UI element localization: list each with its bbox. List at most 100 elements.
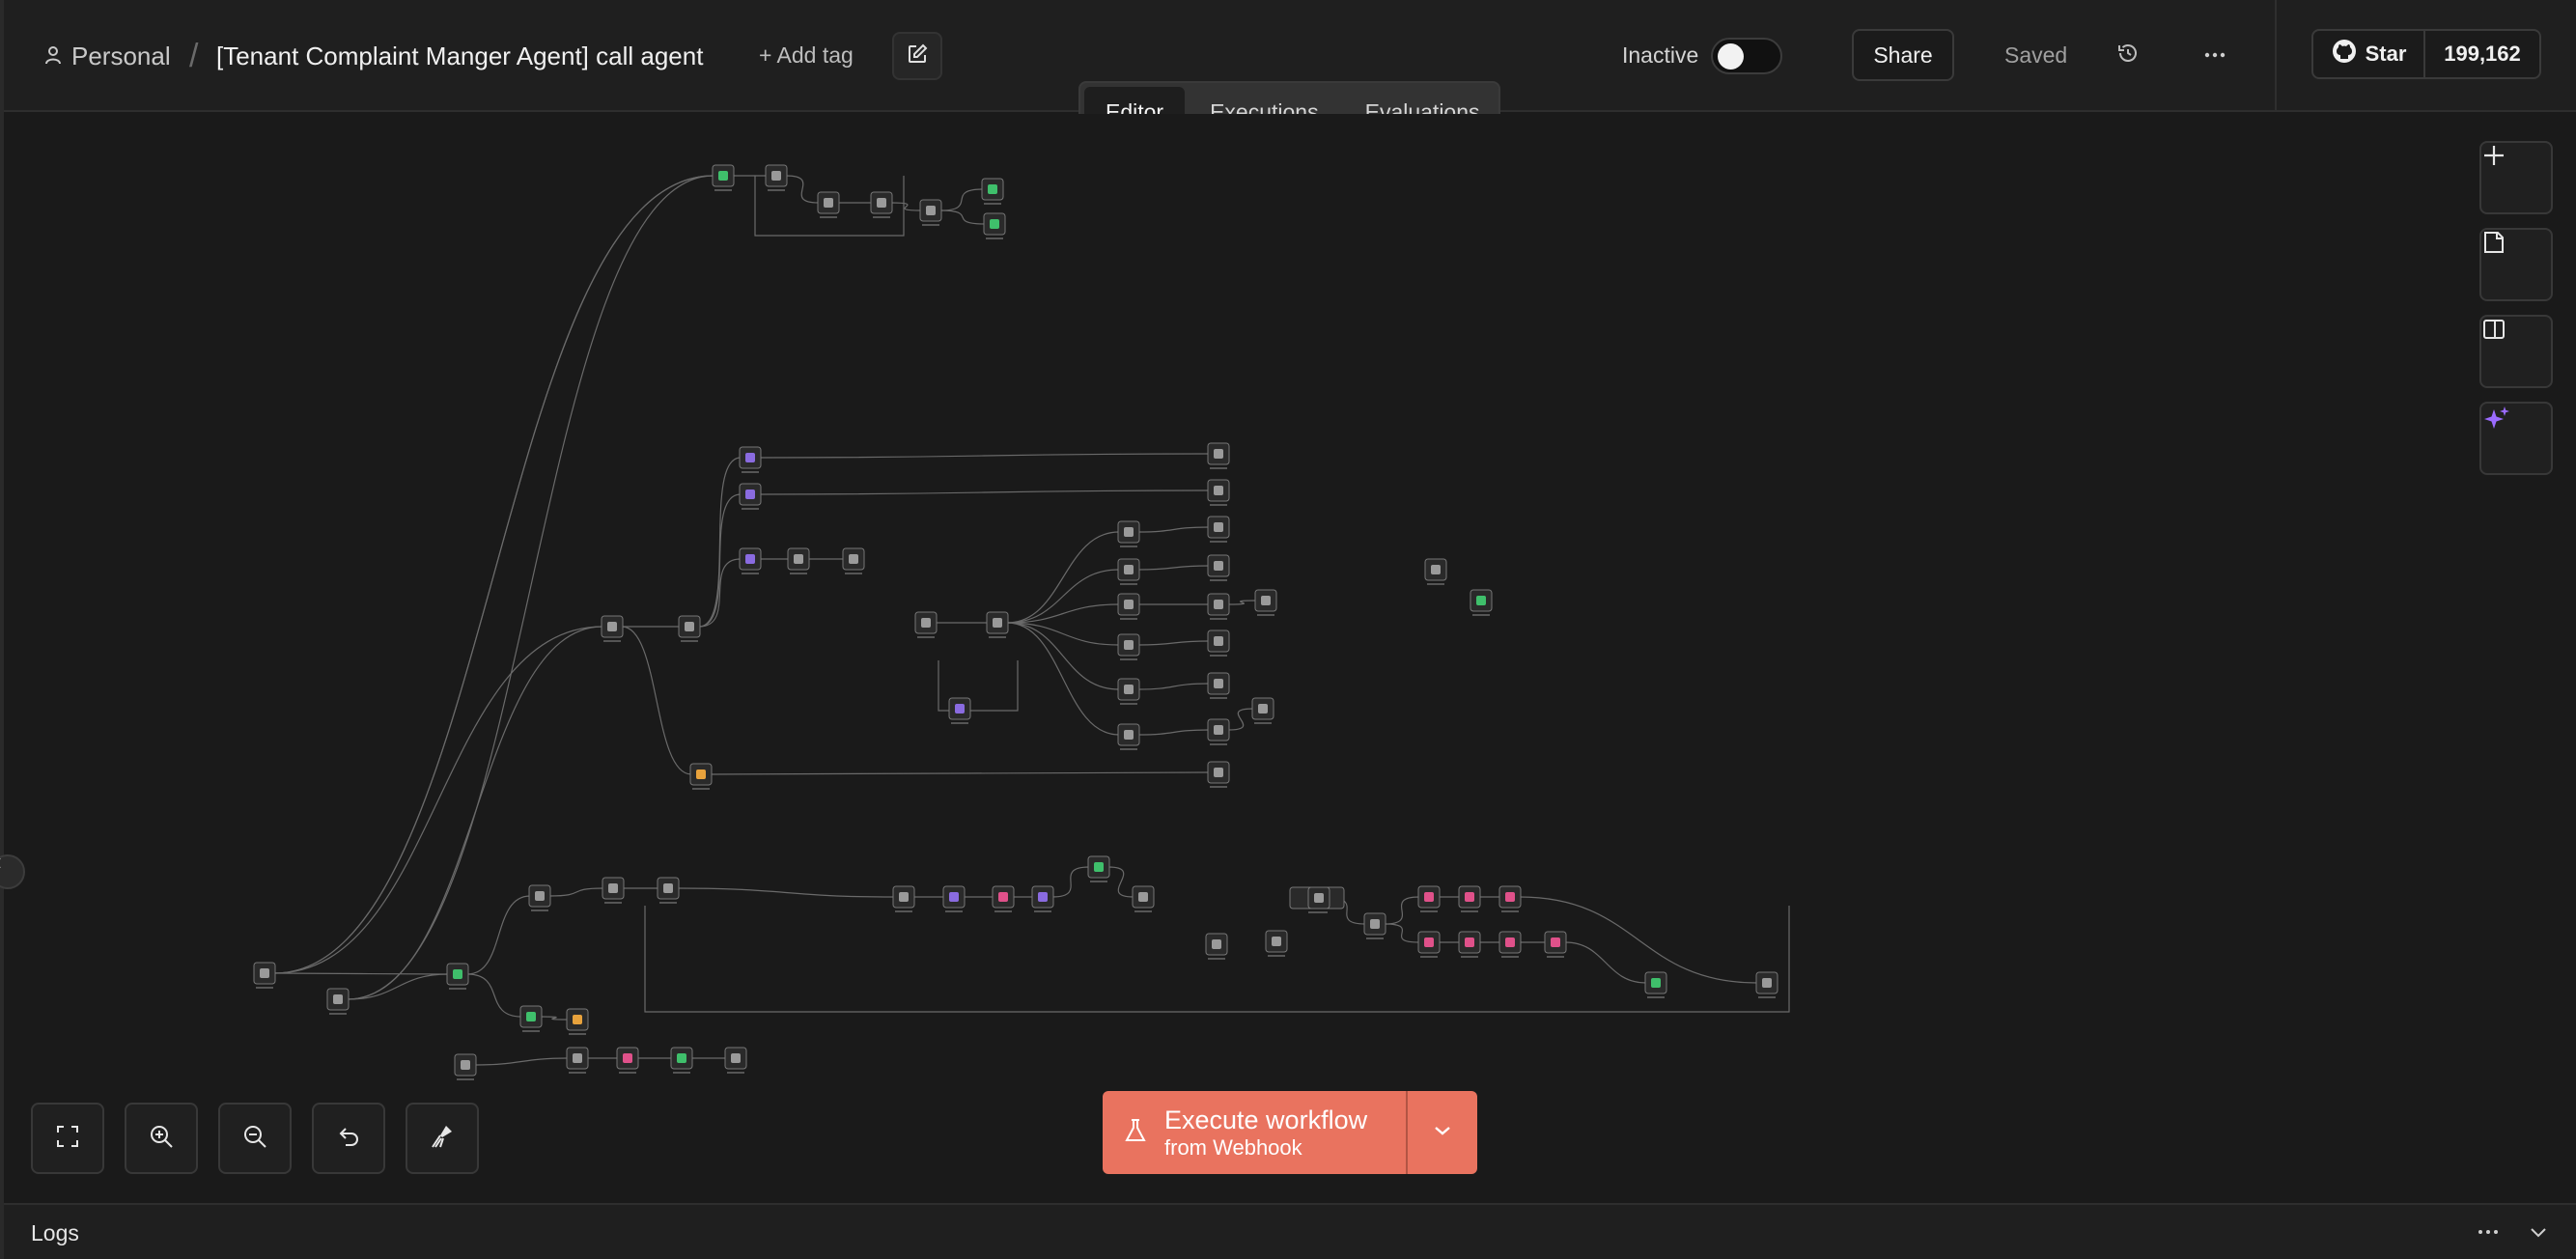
- workflow-node[interactable]: [566, 1008, 589, 1035]
- workflow-node[interactable]: [948, 697, 971, 724]
- workflow-node[interactable]: [1117, 558, 1140, 585]
- workflow-node[interactable]: [1363, 912, 1386, 939]
- workflow-node[interactable]: [914, 611, 938, 638]
- workflow-node[interactable]: [1458, 931, 1481, 958]
- workflow-node[interactable]: [253, 962, 276, 989]
- ai-assistant-button[interactable]: [2479, 402, 2553, 475]
- workflow-node[interactable]: [986, 611, 1009, 638]
- workflow-node[interactable]: [942, 885, 966, 912]
- workflow-node[interactable]: [1417, 885, 1441, 912]
- workflow-title[interactable]: [Tenant Complaint Manger Agent] call age…: [216, 0, 703, 112]
- workflow-node[interactable]: [739, 547, 762, 574]
- edit-description-button[interactable]: [892, 32, 942, 80]
- connection-line: [1137, 565, 1210, 571]
- workflow-node[interactable]: [787, 547, 810, 574]
- logs-more-button[interactable]: [2478, 1218, 2499, 1250]
- workflow-node[interactable]: [1207, 630, 1230, 657]
- workflow-node[interactable]: [1117, 723, 1140, 750]
- workflow-node[interactable]: [983, 212, 1006, 239]
- tidy-up-button[interactable]: [406, 1103, 479, 1174]
- execute-dropdown-button[interactable]: [1408, 1091, 1477, 1174]
- workflow-node[interactable]: [1205, 933, 1228, 960]
- workflow-node[interactable]: [326, 988, 350, 1015]
- workflow-node[interactable]: [446, 963, 469, 990]
- share-button[interactable]: Share: [1852, 29, 1954, 81]
- workflow-node[interactable]: [1207, 718, 1230, 745]
- workflow-node[interactable]: [1132, 885, 1155, 912]
- workflow-node[interactable]: [1544, 931, 1567, 958]
- fit-view-button[interactable]: [31, 1103, 104, 1174]
- workflow-node[interactable]: [1424, 558, 1447, 585]
- workflow-node[interactable]: [724, 1047, 747, 1074]
- breadcrumb-project[interactable]: Personal: [44, 0, 171, 112]
- workflow-node[interactable]: [1207, 554, 1230, 581]
- workflow-graph[interactable]: [4, 114, 2576, 1203]
- workflow-node[interactable]: [1307, 886, 1330, 913]
- workflow-node[interactable]: [454, 1053, 477, 1080]
- toggle-panel-button[interactable]: [2479, 315, 2553, 388]
- workflow-node[interactable]: [1207, 761, 1230, 788]
- workflow-node[interactable]: [870, 191, 893, 218]
- workflow-node[interactable]: [616, 1047, 639, 1074]
- workflow-node[interactable]: [689, 763, 713, 790]
- add-sticky-button[interactable]: [2479, 228, 2553, 301]
- workflow-node[interactable]: [1251, 697, 1274, 724]
- workflow-node[interactable]: [1117, 520, 1140, 547]
- workflow-node[interactable]: [1644, 971, 1667, 998]
- add-node-button[interactable]: [2479, 141, 2553, 214]
- undo-button[interactable]: [312, 1103, 385, 1174]
- zoom-out-button[interactable]: [218, 1103, 292, 1174]
- workflow-node[interactable]: [1470, 589, 1493, 616]
- workflow-node[interactable]: [1265, 930, 1288, 957]
- workflow-node[interactable]: [601, 615, 624, 642]
- execute-workflow-button[interactable]: Execute workflow from Webhook: [1103, 1091, 1477, 1174]
- logs-panel[interactable]: Logs: [4, 1203, 2576, 1259]
- logs-expand-button[interactable]: [2528, 1218, 2549, 1250]
- execute-main[interactable]: Execute workflow from Webhook: [1103, 1091, 1406, 1174]
- github-star-widget[interactable]: Star 199,162: [2311, 29, 2541, 79]
- workflow-node[interactable]: [765, 164, 788, 191]
- workflow-node[interactable]: [739, 483, 762, 510]
- workflow-node[interactable]: [739, 446, 762, 473]
- workflow-node[interactable]: [678, 615, 701, 642]
- workflow-node[interactable]: [1417, 931, 1441, 958]
- workflow-node[interactable]: [1087, 855, 1110, 882]
- workflow-node[interactable]: [670, 1047, 693, 1074]
- workflow-node[interactable]: [1207, 479, 1230, 506]
- active-toggle[interactable]: [1711, 38, 1782, 74]
- workflow-node[interactable]: [1117, 678, 1140, 705]
- workflow-node[interactable]: [566, 1047, 589, 1074]
- history-button[interactable]: [2111, 37, 2145, 73]
- workflow-node[interactable]: [1117, 633, 1140, 660]
- github-star-button[interactable]: Star: [2313, 31, 2425, 77]
- connection-line: [1137, 526, 1210, 533]
- workflow-node[interactable]: [981, 178, 1004, 205]
- add-tag-button[interactable]: + Add tag: [759, 42, 854, 69]
- zoom-in-button[interactable]: [125, 1103, 198, 1174]
- edit-icon: [907, 43, 928, 70]
- workflow-node[interactable]: [1117, 593, 1140, 620]
- workflow-node[interactable]: [1207, 442, 1230, 469]
- workflow-node[interactable]: [817, 191, 840, 218]
- workflow-canvas[interactable]: [0, 114, 2576, 1203]
- connection-line: [939, 188, 984, 211]
- workflow-node[interactable]: [1458, 885, 1481, 912]
- workflow-node[interactable]: [712, 164, 735, 191]
- workflow-node[interactable]: [602, 877, 625, 904]
- workflow-node[interactable]: [1207, 593, 1230, 620]
- workflow-node[interactable]: [1031, 885, 1054, 912]
- workflow-node[interactable]: [842, 547, 865, 574]
- workflow-node[interactable]: [1254, 589, 1277, 616]
- more-options-button[interactable]: [2198, 37, 2232, 73]
- workflow-node[interactable]: [892, 885, 915, 912]
- workflow-node[interactable]: [1207, 516, 1230, 543]
- workflow-node[interactable]: [657, 877, 680, 904]
- workflow-node[interactable]: [519, 1005, 543, 1032]
- workflow-node[interactable]: [1207, 672, 1230, 699]
- workflow-node[interactable]: [1498, 931, 1522, 958]
- workflow-node[interactable]: [1755, 971, 1778, 998]
- workflow-node[interactable]: [992, 885, 1015, 912]
- workflow-node[interactable]: [1498, 885, 1522, 912]
- workflow-node[interactable]: [919, 199, 942, 226]
- workflow-node[interactable]: [528, 884, 551, 911]
